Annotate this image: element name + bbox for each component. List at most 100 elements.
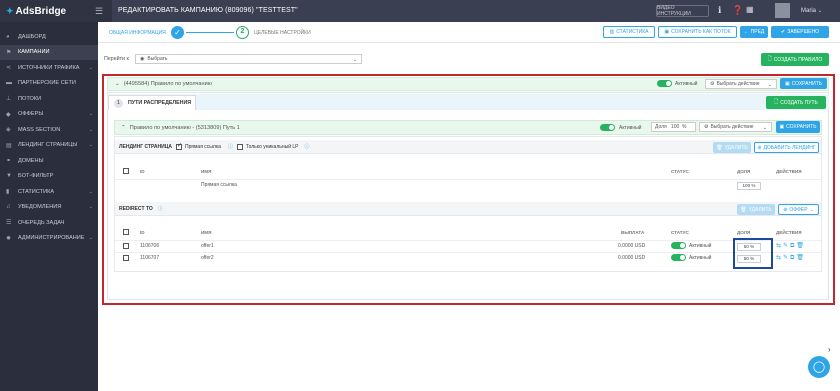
sidebar-item-label: БОТ-ФИЛЬТР: [18, 173, 54, 180]
goto-select[interactable]: ◉ Выбрать ⌄: [135, 54, 362, 64]
path-share-value[interactable]: 100: [671, 124, 679, 130]
split-icon[interactable]: ⇆: [776, 255, 783, 261]
sidebar-item-11[interactable]: ♫ УВЕДОМЛЕНИЯ ⌄: [0, 200, 98, 216]
save-as-flow-button[interactable]: ▣ СОХРАНИТЬ КАК ПОТОК: [658, 26, 737, 38]
help-circle-icon[interactable]: ⓘ: [158, 205, 163, 212]
top-bar: ✦ AdsBridge ☰ РЕДАКТИРОВАТЬ КАМПАНИЮ (809…: [0, 0, 840, 22]
offer-dropdown-button[interactable]: ⊕ ОФФЕР ⌄: [778, 204, 819, 215]
create-path-button[interactable]: 🗋 СОЗДАТЬ ПУТЬ: [766, 96, 826, 109]
flag-icon: ⚑: [6, 49, 12, 56]
trash-icon: 🗑: [716, 144, 723, 151]
keyboard-icon[interactable]: ▦: [746, 5, 754, 14]
sidebar-item-12[interactable]: ☰ ОЧЕРЕДЬ ЗАДАЧ: [0, 215, 98, 231]
plus-circle-icon: ⊕: [757, 144, 762, 151]
chevron-up-icon[interactable]: ⌃: [121, 125, 126, 131]
offer-status-toggle[interactable]: [671, 254, 686, 261]
sidebar-item-label: ПОТОКИ: [18, 95, 42, 102]
chevron-down-icon[interactable]: ⌄: [115, 81, 120, 87]
step-complete-check-icon: ✓: [171, 26, 184, 39]
sidebar-item-10[interactable]: ▮ СТАТИСТИКА ⌄: [0, 184, 98, 200]
sidebar-item-1[interactable]: ⚑ КАМПАНИИ: [0, 44, 98, 60]
info-icon[interactable]: ℹ: [718, 5, 721, 16]
unique-lp-checkbox[interactable]: [236, 143, 243, 150]
help-circle-icon[interactable]: ⓘ: [305, 143, 310, 150]
path-action-select[interactable]: ⚙ Выбрать действие ⌄: [699, 122, 772, 132]
sidebar-item-label: ДАШБОРД: [18, 33, 46, 40]
sidebar-item-3[interactable]: ▬ ПАРТНЕРСКИЕ СЕТИ: [0, 76, 98, 92]
rule-action-select[interactable]: ⚙ Выбрать действие ⌄: [705, 79, 777, 89]
chat-support-button[interactable]: ◯: [808, 356, 830, 378]
sidebar-item-label: ОФФЕРЫ: [18, 111, 44, 118]
edit-icon[interactable]: ✎: [783, 255, 790, 261]
sidebar-item-8[interactable]: ⚭ ДОМЕНЫ: [0, 153, 98, 169]
video-instructions-button[interactable]: ВИДЕО ИНСТРУКЦИИ: [656, 5, 709, 17]
split-icon[interactable]: ⇆: [776, 243, 783, 249]
landing-delete-button[interactable]: 🗑 УДАЛИТЬ: [713, 142, 751, 153]
rule-active-toggle[interactable]: [657, 80, 672, 87]
offer-status-label: Активный: [689, 243, 712, 249]
step-general-info[interactable]: ОБЩАЯ ИНФОРМАЦИЯ: [109, 30, 166, 36]
row-checkbox[interactable]: [123, 255, 129, 261]
chat-bubble-icon: ◯: [812, 361, 826, 373]
trash-icon[interactable]: 🗑: [796, 255, 806, 261]
step-target-settings[interactable]: ЦЕЛЕВЫЕ НАСТРОЙКИ: [254, 30, 311, 36]
menu-toggle-icon[interactable]: ☰: [95, 6, 103, 17]
chevron-down-icon[interactable]: ⌄: [89, 204, 93, 210]
user-name[interactable]: Maria ⌄: [801, 8, 822, 14]
trash-icon[interactable]: 🗑: [796, 243, 806, 249]
sidebar-item-9[interactable]: ▼ БОТ-ФИЛЬТР: [0, 169, 98, 185]
bar-chart-icon: ▮: [6, 189, 10, 196]
bell-icon: ♫: [6, 204, 11, 211]
chevron-down-icon[interactable]: ⌄: [89, 189, 93, 195]
sidebar-item-0[interactable]: ◕ ДАШБОРД: [0, 29, 98, 45]
sidebar-item-5[interactable]: ◆ ОФФЕРЫ ⌄: [0, 107, 98, 123]
sidebar-item-label: ПАРТНЕРСКИЕ СЕТИ: [18, 80, 76, 87]
offer-payout: 0.0000 USD: [618, 255, 646, 261]
edit-icon[interactable]: ✎: [783, 243, 790, 249]
help-circle-icon[interactable]: ⓘ: [228, 143, 233, 150]
rule-save-button[interactable]: ▣ СОХРАНИТЬ: [780, 78, 827, 89]
landing-share-input[interactable]: 100 %: [737, 182, 761, 190]
trash-icon: 🗑: [740, 206, 747, 213]
sidebar-item-4[interactable]: ⊥ ПОТОКИ: [0, 91, 98, 107]
finish-button[interactable]: ✔ ЗАВЕРШЕНО: [771, 26, 829, 38]
chevron-down-icon[interactable]: ⌄: [89, 111, 93, 117]
page-title: РЕДАКТИРОВАТЬ КАМПАНИЮ (809096) "TESTTES…: [118, 7, 298, 14]
prev-button[interactable]: ← ПРЕД: [740, 26, 768, 38]
sidebar-item-13[interactable]: ✹ АДМИНИСТРИРОВАНИЕ ⌄: [0, 231, 98, 247]
path-save-button[interactable]: ▣ СОХРАНИТЬ: [776, 121, 820, 133]
avatar[interactable]: [775, 3, 790, 18]
unique-lp-label: Только уникальный LP: [245, 143, 299, 150]
chevron-down-icon[interactable]: ⌄: [89, 65, 93, 71]
chevron-down-icon[interactable]: ⌄: [89, 127, 93, 133]
path-active-toggle[interactable]: [600, 124, 615, 131]
sidebar-item-6[interactable]: ◈ MASS SECTION ⌄: [0, 122, 98, 138]
landing-select-all-checkbox[interactable]: [123, 168, 129, 174]
redirect-select-all-checkbox[interactable]: [123, 229, 129, 235]
offer-status-label: Активный: [689, 255, 712, 261]
help-icon[interactable]: ❓: [732, 5, 743, 16]
redirect-section-bar: REDIRECT TO ⓘ: [115, 202, 821, 216]
offer-id: 1106706: [140, 243, 160, 249]
file-plus-icon: 🗋: [774, 98, 779, 105]
chevron-down-icon[interactable]: ⌄: [89, 142, 93, 148]
wizard-steps: ОБЩАЯ ИНФОРМАЦИЯ ✓ 2 ЦЕЛЕВЫЕ НАСТРОЙКИ ▥…: [98, 22, 840, 43]
add-landing-button[interactable]: ⊕ ДОБАВИТЬ ЛЕНДИНГ: [754, 142, 819, 153]
filter-icon: ▼: [6, 173, 12, 180]
sidebar-item-7[interactable]: ▤ ЛЕНДИНГ СТРАНИЦЫ ⌄: [0, 138, 98, 154]
chevron-down-icon[interactable]: ⌄: [89, 235, 93, 241]
chevron-down-icon: ⌄: [352, 57, 357, 63]
sidebar-item-label: СТАТИСТИКА: [18, 188, 55, 195]
sidebar-item-2[interactable]: ⋖ ИСТОЧНИКИ ТРАФИКА ⌄: [0, 60, 98, 76]
redirect-table-header: ID ИМЯ ВЫПЛАТА СТАТУС ДОЛЯ ДЕЙСТВИЯ: [115, 229, 821, 239]
path-share-field[interactable]: Доля 100 %: [651, 122, 696, 132]
statistics-button[interactable]: ▥ СТАТИСТИКА: [603, 26, 655, 38]
direct-link-checkbox[interactable]: [175, 142, 182, 150]
row-checkbox[interactable]: [123, 243, 129, 249]
offer-status-toggle[interactable]: [671, 242, 686, 249]
tab-distribution-paths[interactable]: 1 ПУТИ РАСПРЕДЕЛЕНИЯ: [108, 95, 196, 110]
redirect-delete-button[interactable]: 🗑 УДАЛИТЬ: [737, 204, 775, 215]
chevron-right-icon[interactable]: ›: [828, 345, 831, 354]
create-rule-button[interactable]: 🗋 СОЗДАТЬ ПРАВИЛО: [761, 53, 829, 66]
adsbridge-logo-icon: ✦: [6, 5, 14, 16]
